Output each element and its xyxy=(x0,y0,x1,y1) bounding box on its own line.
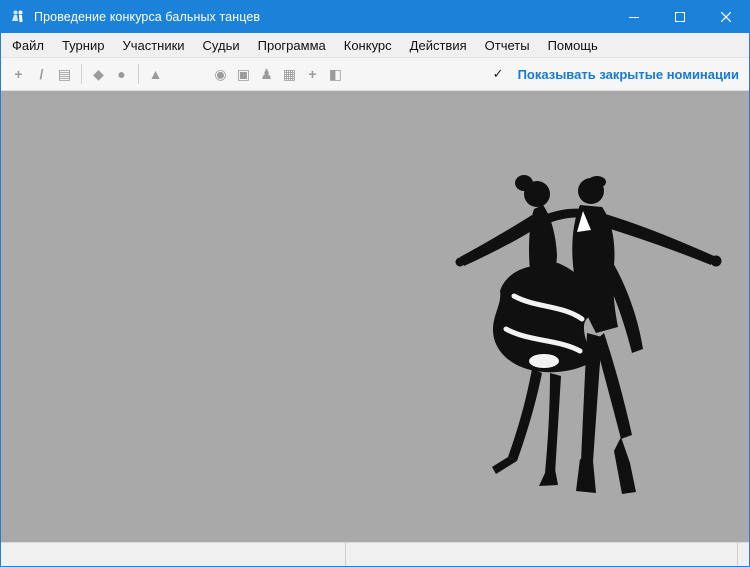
menu-item-help[interactable]: Помощь xyxy=(539,33,607,57)
copy-icon[interactable]: ▣ xyxy=(232,62,255,86)
status-panel-left xyxy=(1,543,346,566)
check-icon: ✓ xyxy=(493,66,504,82)
menubar: Файл Турнир Участники Судьи Программа Ко… xyxy=(1,33,749,58)
client-area xyxy=(1,91,749,542)
menu-item-tournament[interactable]: Турнир xyxy=(53,33,113,57)
show-closed-nominations-label: Показывать закрытые номинации xyxy=(518,67,739,82)
close-icon xyxy=(721,12,731,22)
edit-icon[interactable]: / xyxy=(30,62,53,86)
menu-item-participants[interactable]: Участники xyxy=(113,33,193,57)
statusbar xyxy=(1,542,749,566)
grid-icon[interactable]: ▦ xyxy=(278,62,301,86)
menu-item-actions[interactable]: Действия xyxy=(401,33,476,57)
toolbar-separator xyxy=(81,64,82,84)
person-icon[interactable]: ♟ xyxy=(255,62,278,86)
titlebar: Проведение конкурса бальных танцев xyxy=(1,1,749,33)
shape-icon[interactable]: ● xyxy=(110,62,133,86)
add-icon[interactable]: + xyxy=(301,62,324,86)
group-icon[interactable]: ◧ xyxy=(324,62,347,86)
show-closed-nominations-toggle[interactable]: ✓ Показывать закрытые номинации xyxy=(493,66,739,82)
resize-grip[interactable] xyxy=(737,543,749,566)
maximize-icon xyxy=(675,12,685,22)
status-panel-main xyxy=(346,543,737,566)
label-icon[interactable]: ◆ xyxy=(87,62,110,86)
new-icon[interactable]: + xyxy=(7,62,30,86)
window-controls xyxy=(611,1,749,33)
menu-item-contest[interactable]: Конкурс xyxy=(335,33,401,57)
app-icon xyxy=(10,9,26,25)
minimize-button[interactable] xyxy=(611,1,657,33)
menu-item-reports[interactable]: Отчеты xyxy=(476,33,539,57)
close-button[interactable] xyxy=(703,1,749,33)
hand-icon[interactable]: ▲ xyxy=(144,62,167,86)
maximize-button[interactable] xyxy=(657,1,703,33)
toolbar: + / ▤ ◆ ● ▲ ◉ ▣ ♟ ▦ + ◧ ✓ Показывать зак… xyxy=(1,58,749,91)
minimize-icon xyxy=(629,12,639,22)
menu-item-judges[interactable]: Судьи xyxy=(194,33,249,57)
menu-item-file[interactable]: Файл xyxy=(3,33,53,57)
open-icon[interactable]: ▤ xyxy=(53,62,76,86)
window-title: Проведение конкурса бальных танцев xyxy=(34,10,260,24)
circle-icon[interactable]: ◉ xyxy=(209,62,232,86)
menu-item-program[interactable]: Программа xyxy=(249,33,335,57)
toolbar-separator xyxy=(138,64,139,84)
dancing-couple-illustration xyxy=(444,161,744,506)
